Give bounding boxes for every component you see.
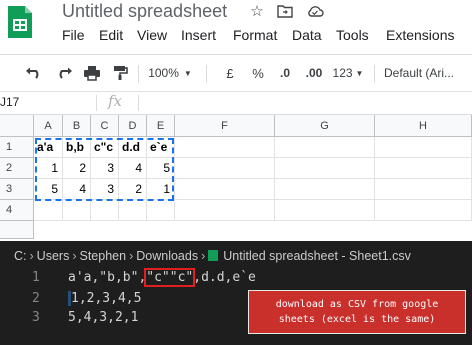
toolbar: 100% ▼ £ % .0 .00 123 ▼ Default (Ari...	[0, 54, 472, 92]
cell-A4[interactable]	[34, 200, 63, 221]
undo-icon[interactable]	[22, 55, 46, 91]
zoom-select[interactable]: 100% ▼	[146, 55, 194, 91]
menu-data[interactable]: Data	[292, 27, 322, 43]
escaped-quote-highlight: "c""c"	[144, 268, 196, 287]
cell-G3[interactable]	[275, 179, 375, 200]
menu-format[interactable]: Format	[233, 27, 277, 43]
row-header[interactable]: 4	[0, 200, 34, 221]
toolbar-divider	[374, 65, 375, 83]
cell-C4[interactable]	[91, 200, 119, 221]
line-number: 2	[32, 291, 40, 306]
name-box[interactable]: J17	[0, 95, 88, 109]
cell-G4[interactable]	[275, 200, 375, 221]
more-formats-button[interactable]: 123 ▼	[330, 55, 366, 91]
chevron-down-icon: ▼	[183, 68, 192, 78]
column-header[interactable]: A	[34, 115, 63, 137]
cell-D4[interactable]	[119, 200, 147, 221]
code-line-1-start: a'a,"b,b",	[68, 270, 147, 285]
column-header[interactable]: E	[147, 115, 175, 137]
menu-edit[interactable]: Edit	[99, 27, 123, 43]
cell-B4[interactable]	[63, 200, 91, 221]
redo-icon[interactable]	[52, 55, 76, 91]
column-header[interactable]: F	[175, 115, 275, 137]
breadcrumb-users[interactable]: Users	[37, 249, 70, 263]
breadcrumb-file[interactable]: Untitled spreadsheet - Sheet1.csv	[223, 249, 411, 263]
print-icon[interactable]	[80, 55, 104, 91]
cell-G2[interactable]	[275, 158, 375, 179]
cell-F3[interactable]	[175, 179, 275, 200]
google-sheets-logo[interactable]	[6, 4, 34, 40]
toolbar-divider	[206, 65, 207, 83]
column-header[interactable]: G	[275, 115, 375, 137]
font-value: Default (Ari...	[384, 66, 455, 80]
increase-decimals-label: .00	[305, 66, 323, 80]
increase-decimals-button[interactable]: .00	[300, 55, 328, 91]
spreadsheet-grid: A B C D E F G H 1 2 3 4 a'a b,b c"c d.d …	[0, 115, 472, 239]
toolbar-divider	[138, 65, 139, 83]
more-formats-label: 123	[332, 66, 353, 80]
breadcrumb-downloads[interactable]: Downloads	[136, 249, 198, 263]
cell-H2[interactable]	[375, 158, 472, 179]
star-icon[interactable]: ☆	[246, 0, 268, 22]
breadcrumb-drive[interactable]: C:	[14, 249, 27, 263]
line-number: 3	[32, 310, 40, 325]
fx-icon: fx	[108, 92, 123, 110]
decrease-decimals-label: .0	[279, 66, 290, 80]
menu-view[interactable]: View	[137, 27, 167, 43]
sheet-file-icon	[208, 250, 219, 261]
annotation-line-1: download as CSV from google	[275, 299, 439, 310]
zoom-value: 100%	[148, 66, 179, 80]
copy-selection-marquee	[35, 138, 174, 201]
row-header[interactable]: 1	[0, 137, 34, 158]
code-line-3[interactable]: 5,4,3,2,1	[68, 310, 138, 325]
cell-F2[interactable]	[175, 158, 275, 179]
column-header[interactable]: B	[63, 115, 91, 137]
decrease-decimals-button[interactable]: .0	[272, 55, 298, 91]
code-line-1-end: ,d.d,e`e	[193, 270, 256, 285]
menu-tools[interactable]: Tools	[336, 27, 369, 43]
formula-divider	[96, 95, 97, 111]
paint-format-icon[interactable]	[108, 55, 132, 91]
chevron-right-icon: ›	[129, 249, 134, 263]
menu-file[interactable]: File	[62, 27, 85, 43]
cloud-saved-icon[interactable]	[304, 0, 326, 22]
document-title[interactable]: Untitled spreadsheet	[62, 1, 227, 22]
breadcrumb-stephen[interactable]: Stephen	[80, 249, 127, 263]
move-folder-icon[interactable]	[274, 0, 296, 22]
breadcrumb: C: › Users › Stephen › Downloads › Untitled spre…	[14, 249, 411, 263]
column-header[interactable]: D	[119, 115, 147, 137]
cell-H3[interactable]	[375, 179, 472, 200]
cell-G1[interactable]	[275, 137, 375, 158]
annotation-line-2: sheets (excel is the same)	[278, 314, 436, 325]
chevron-right-icon: ›	[201, 249, 206, 263]
cell-H1[interactable]	[375, 137, 472, 158]
select-all-corner[interactable]	[0, 115, 34, 137]
cell-E4[interactable]	[147, 200, 175, 221]
row-header[interactable]: 2	[0, 158, 34, 179]
annotation-callout: download as CSV from google sheets (exce…	[248, 290, 466, 334]
column-header[interactable]: C	[91, 115, 119, 137]
code-line-2[interactable]: 1,2,3,4,5	[68, 291, 141, 306]
menu-extensions[interactable]: Extensions	[386, 27, 454, 43]
cell-F4[interactable]	[175, 200, 275, 221]
line-number: 1	[32, 270, 40, 285]
formula-input[interactable]	[142, 93, 468, 113]
percent-format-button[interactable]: %	[248, 55, 268, 91]
formula-bar: J17 fx	[0, 92, 472, 115]
menu-insert[interactable]: Insert	[181, 27, 216, 43]
currency-format-button[interactable]: £	[220, 55, 240, 91]
chevron-down-icon: ▼	[355, 68, 364, 78]
row-header	[0, 221, 34, 239]
code-line-1[interactable]: a'a,"b,b","c""c",d.d,e`e	[68, 268, 256, 287]
cell-H4[interactable]	[375, 200, 472, 221]
cell-F1[interactable]	[175, 137, 275, 158]
formula-divider	[138, 95, 139, 111]
chevron-right-icon: ›	[29, 249, 34, 263]
column-header[interactable]: H	[375, 115, 472, 137]
chevron-right-icon: ›	[72, 249, 77, 263]
font-select[interactable]: Default (Ari...	[384, 55, 464, 91]
row-header[interactable]: 3	[0, 179, 34, 200]
